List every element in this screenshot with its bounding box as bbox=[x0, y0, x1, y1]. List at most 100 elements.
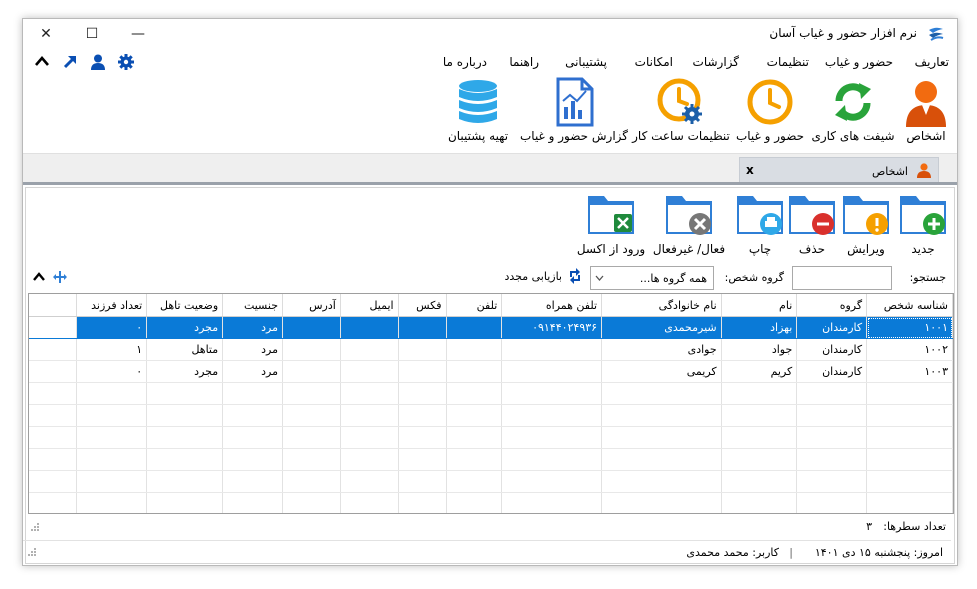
column-header[interactable]: تلفن bbox=[446, 294, 503, 317]
menu-features[interactable]: امکانات bbox=[635, 55, 673, 69]
column-header[interactable]: فکس bbox=[398, 294, 447, 317]
folder-remove-icon bbox=[789, 196, 835, 235]
table-cell bbox=[601, 470, 722, 493]
person-icon bbox=[906, 81, 946, 127]
table-cell bbox=[76, 470, 148, 493]
app-window: ✕ ☐ — نرم افزار حضور و غیاب آسان تعاریف … bbox=[22, 18, 958, 566]
ribbon: اشخاص شیفت های کاری حضور و غیاب تنظیمات … bbox=[23, 75, 957, 153]
column-header[interactable]: ایمیل bbox=[340, 294, 399, 317]
table-cell bbox=[282, 404, 341, 427]
group-label: گروه شخص: bbox=[724, 271, 784, 284]
gear-icon[interactable] bbox=[117, 53, 135, 71]
clock-icon bbox=[747, 79, 793, 125]
menu-attendance[interactable]: حضور و غیاب bbox=[825, 55, 893, 69]
menu-help[interactable]: راهنما bbox=[509, 55, 539, 69]
table-cell bbox=[601, 426, 722, 449]
table-cell bbox=[146, 470, 224, 493]
column-header[interactable]: نام خانوادگی bbox=[601, 294, 722, 317]
column-header[interactable]: آدرس bbox=[282, 294, 341, 317]
table-row bbox=[29, 382, 953, 405]
table-cell bbox=[501, 382, 603, 405]
table-cell bbox=[501, 338, 603, 361]
table-row bbox=[29, 492, 953, 513]
table-cell bbox=[222, 492, 283, 513]
refresh-icon bbox=[835, 83, 871, 121]
group-select[interactable]: همه گروه ها... bbox=[590, 266, 714, 290]
new-button[interactable]: جدید bbox=[894, 190, 952, 260]
resize-grip-icon[interactable] bbox=[30, 522, 40, 532]
collapse-filter-icon[interactable] bbox=[32, 270, 46, 284]
maximize-button[interactable]: ☐ bbox=[69, 19, 115, 49]
refresh-button[interactable]: بازیابی مجدد bbox=[504, 267, 584, 285]
arrow-up-right-icon[interactable] bbox=[61, 53, 79, 71]
tab-persons[interactable]: اشخاص x bbox=[739, 157, 939, 184]
column-header[interactable]: شناسه شخص bbox=[866, 294, 953, 317]
import-excel-button[interactable]: ورود از اکسل bbox=[574, 190, 648, 260]
table-cell bbox=[146, 448, 224, 471]
table-cell-filler bbox=[29, 316, 78, 339]
table-row[interactable]: ۱۰۰۳ کارمندان کریم کریمی مرد مجرد ۰ bbox=[29, 360, 953, 383]
table-cell bbox=[501, 492, 603, 513]
table-cell: جوادی bbox=[601, 338, 722, 361]
menu-settings[interactable]: تنظیمات bbox=[767, 55, 809, 69]
ribbon-backup-button[interactable]: تهیه پشتیبان bbox=[443, 77, 513, 151]
table-cell bbox=[601, 404, 722, 427]
table-cell bbox=[446, 404, 503, 427]
menu-support[interactable]: پشتیبانی bbox=[565, 55, 607, 69]
expand-horizontal-icon[interactable] bbox=[52, 270, 68, 284]
table-cell-filler bbox=[29, 404, 78, 427]
grid-footer: تعداد سطرها: ۳ bbox=[26, 516, 954, 538]
ribbon-attendance-report-button[interactable]: گزارش حضور و غیاب bbox=[520, 77, 628, 151]
folder-warning-icon bbox=[843, 196, 889, 235]
table-row[interactable]: ۱۰۰۲ کارمندان جواد جوادی مرد متاهل ۱ bbox=[29, 338, 953, 361]
report-chart-icon bbox=[556, 77, 594, 127]
print-button[interactable]: چاپ bbox=[734, 190, 786, 260]
table-cell bbox=[501, 426, 603, 449]
table-row bbox=[29, 448, 953, 471]
toggle-active-button[interactable]: فعال/ غیرفعال bbox=[648, 190, 730, 260]
minimize-button[interactable]: — bbox=[115, 19, 161, 49]
collapse-ribbon-icon[interactable] bbox=[33, 53, 51, 71]
column-header[interactable]: تعداد فرزند bbox=[76, 294, 148, 317]
table-cell bbox=[146, 426, 224, 449]
column-header[interactable]: گروه bbox=[796, 294, 868, 317]
table-cell bbox=[76, 492, 148, 513]
search-input[interactable] bbox=[792, 266, 892, 290]
document-tab-strip: اشخاص x bbox=[23, 153, 957, 184]
table-cell bbox=[282, 492, 341, 513]
menu-reports[interactable]: گزارشات bbox=[693, 55, 739, 69]
edit-button[interactable]: ویرایش bbox=[838, 190, 894, 260]
table-cell bbox=[446, 382, 503, 405]
table-cell bbox=[398, 426, 447, 449]
table-cell: کارمندان bbox=[796, 338, 868, 361]
column-header[interactable]: وضعیت تاهل bbox=[146, 294, 224, 317]
table-cell: مجرد bbox=[146, 316, 224, 339]
menu-definitions[interactable]: تعاریف bbox=[915, 55, 949, 69]
table-cell bbox=[601, 492, 722, 513]
table-cell: ۱۰۰۲ bbox=[866, 338, 953, 361]
table-cell-filler bbox=[29, 382, 78, 405]
maximize-icon: ☐ bbox=[85, 26, 99, 42]
ribbon-attendance-button[interactable]: حضور و غیاب bbox=[735, 77, 805, 151]
menu-about[interactable]: درباره ما bbox=[443, 55, 487, 69]
user-icon[interactable] bbox=[89, 53, 107, 71]
delete-button[interactable]: حذف bbox=[786, 190, 838, 260]
table-cell-filler bbox=[29, 492, 78, 513]
ribbon-work-hours-settings-button[interactable]: تنظیمات ساعت کار bbox=[632, 77, 730, 151]
ribbon-persons-button[interactable]: اشخاص bbox=[901, 77, 951, 151]
refresh-arrows-icon bbox=[570, 268, 580, 284]
table-cell bbox=[340, 426, 399, 449]
table-cell bbox=[282, 316, 341, 339]
column-header[interactable]: تلفن همراه bbox=[501, 294, 603, 317]
table-row[interactable]: ۱۰۰۱ کارمندان بهزاد شیرمحمدی ۰۹۱۴۴۰۲۴۹۳۶ مرد م… bbox=[29, 316, 953, 339]
resize-grip-icon[interactable] bbox=[27, 547, 37, 557]
column-header[interactable]: جنسیت bbox=[222, 294, 283, 317]
table-cell bbox=[340, 470, 399, 493]
ribbon-shifts-button[interactable]: شیفت های کاری bbox=[811, 77, 895, 151]
table-cell: مرد bbox=[222, 316, 283, 339]
column-header[interactable]: نام bbox=[721, 294, 798, 317]
status-separator: | bbox=[789, 546, 793, 559]
tab-close-icon[interactable]: x bbox=[746, 163, 754, 177]
table-cell: ۱۰۰۳ bbox=[866, 360, 953, 383]
close-button[interactable]: ✕ bbox=[23, 19, 69, 49]
